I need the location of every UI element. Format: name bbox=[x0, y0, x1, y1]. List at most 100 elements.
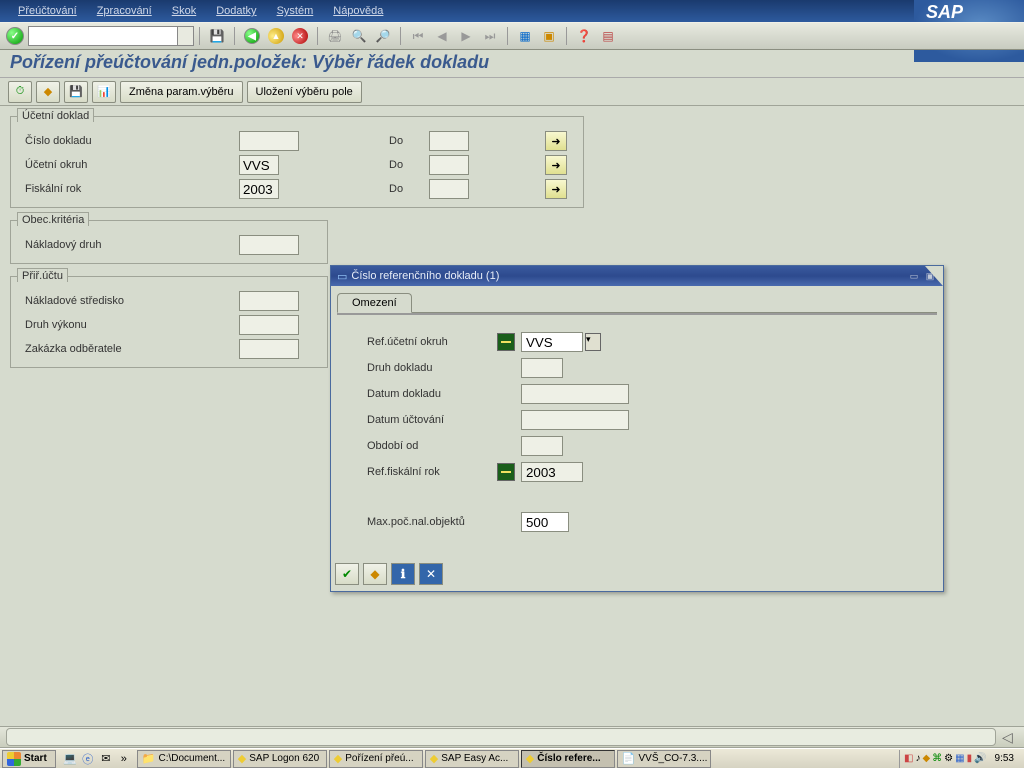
ql-desktop-icon[interactable]: 💻 bbox=[62, 751, 78, 767]
input-ref-rok[interactable] bbox=[521, 462, 583, 482]
find-icon[interactable]: 🔍 bbox=[348, 26, 370, 46]
tray-icon[interactable]: 🔊 bbox=[974, 753, 986, 764]
input-cislo-dokladu[interactable] bbox=[239, 131, 299, 151]
input-nakladovy-druh[interactable] bbox=[239, 235, 299, 255]
task-documents[interactable]: C:\Document... bbox=[137, 750, 231, 768]
label-druh-vykonu: Druh výkonu bbox=[19, 319, 239, 331]
menu-napoveda[interactable]: Nápověda bbox=[323, 3, 393, 19]
input-datum-dokladu[interactable] bbox=[521, 384, 629, 404]
windows-flag-icon bbox=[7, 752, 21, 766]
selection-option-icon[interactable] bbox=[497, 463, 515, 481]
clock[interactable]: 9:53 bbox=[989, 753, 1020, 764]
ql-chevron-icon[interactable]: » bbox=[116, 751, 132, 767]
tray-icon[interactable]: ⚙ bbox=[944, 753, 953, 764]
dialog-titlebar[interactable]: ▭ Číslo referenčního dokladu (1) ▭ ▣ bbox=[331, 266, 943, 286]
label-do: Do bbox=[389, 159, 429, 171]
help-icon[interactable]: ❓ bbox=[573, 26, 595, 46]
task-sap-logon[interactable]: SAP Logon 620 bbox=[233, 750, 327, 768]
tray-icon[interactable]: ◆ bbox=[922, 753, 930, 764]
save-icon[interactable]: 💾 bbox=[206, 26, 228, 46]
input-ucetni-okruh-to[interactable] bbox=[429, 155, 469, 175]
prev-page-icon[interactable]: ◀ bbox=[431, 26, 453, 46]
label-datum-uctovani: Datum účtování bbox=[367, 414, 497, 426]
menu-zpracovani[interactable]: Zpracování bbox=[87, 3, 162, 19]
input-fiskalni-rok-to[interactable] bbox=[429, 179, 469, 199]
first-page-icon[interactable]: ⏮ bbox=[407, 26, 429, 46]
dynamic-sel-icon[interactable]: 📊 bbox=[92, 81, 116, 103]
save-field-sel-button[interactable]: Uložení výběru pole bbox=[247, 81, 362, 103]
sap-icon bbox=[334, 752, 342, 765]
selection-option-icon[interactable] bbox=[497, 333, 515, 351]
shortcut-icon[interactable]: ▣ bbox=[538, 26, 560, 46]
ql-oe-icon[interactable]: ✉ bbox=[98, 751, 114, 767]
tray-icon[interactable]: ⌘ bbox=[932, 753, 942, 764]
input-druh-dokladu[interactable] bbox=[521, 358, 563, 378]
print-icon[interactable]: 🖨 bbox=[324, 26, 346, 46]
variant-icon[interactable]: ◆ bbox=[36, 81, 60, 103]
save-variant-icon[interactable]: 💾 bbox=[64, 81, 88, 103]
layout-icon[interactable]: ▤ bbox=[597, 26, 619, 46]
label-obdobi: Období od bbox=[367, 440, 497, 452]
label-ref-okruh: Ref.účetní okruh bbox=[367, 336, 497, 348]
find-next-icon[interactable]: 🔎 bbox=[372, 26, 394, 46]
input-obdobi[interactable] bbox=[521, 436, 563, 456]
change-params-button[interactable]: Změna param.výběru bbox=[120, 81, 243, 103]
close-button[interactable]: ✕ bbox=[419, 563, 443, 585]
input-datum-uctovani[interactable] bbox=[521, 410, 629, 430]
label-druh-dokladu: Druh dokladu bbox=[367, 362, 497, 374]
new-search-button[interactable]: ◆ bbox=[363, 563, 387, 585]
input-druh-vykonu[interactable] bbox=[239, 315, 299, 335]
label-nakl-stredisko: Nákladové středisko bbox=[19, 295, 239, 307]
multiple-sel-icon[interactable]: ➜ bbox=[545, 179, 567, 199]
input-max-objektu[interactable] bbox=[521, 512, 569, 532]
multiple-sel-icon[interactable]: ➜ bbox=[545, 131, 567, 151]
start-button[interactable]: Start bbox=[2, 750, 56, 768]
cancel-icon[interactable]: ✕ bbox=[289, 26, 311, 46]
menu-system[interactable]: Systém bbox=[267, 3, 324, 19]
menu-preuctovani[interactable]: Přeúčtování bbox=[8, 3, 87, 19]
tray-icon[interactable]: ▦ bbox=[955, 753, 964, 764]
input-nakl-stredisko[interactable] bbox=[239, 291, 299, 311]
input-cislo-dokladu-to[interactable] bbox=[429, 131, 469, 151]
tray-icon[interactable]: ♪ bbox=[915, 753, 920, 764]
task-vvs-co[interactable]: VVŠ_CO-7.3.... bbox=[617, 750, 711, 768]
back-icon[interactable]: ◀ bbox=[241, 26, 263, 46]
folder-icon bbox=[142, 752, 156, 765]
status-expand-icon[interactable]: ◁ bbox=[1002, 729, 1018, 745]
dialog-min-icon[interactable]: ▭ bbox=[907, 271, 921, 282]
quick-launch: 💻 ⓔ ✉ » bbox=[62, 751, 132, 767]
exit-icon[interactable]: ▲ bbox=[265, 26, 287, 46]
task-porizeni[interactable]: Pořízení přeú... bbox=[329, 750, 423, 768]
execute-icon[interactable]: ⏱ bbox=[8, 81, 32, 103]
command-dropdown[interactable] bbox=[178, 26, 194, 46]
new-session-icon[interactable]: ▦ bbox=[514, 26, 536, 46]
ql-ie-icon[interactable]: ⓔ bbox=[80, 751, 96, 767]
input-fiskalni-rok[interactable] bbox=[239, 179, 279, 199]
label-fiskalni-rok: Fiskální rok bbox=[19, 183, 239, 195]
last-page-icon[interactable]: ⏭ bbox=[479, 26, 501, 46]
tray-icon[interactable]: ◧ bbox=[904, 753, 913, 764]
enter-button[interactable]: ✓ bbox=[6, 27, 24, 45]
sap-icon bbox=[430, 752, 438, 765]
multiple-sel-icon[interactable]: ➜ bbox=[545, 155, 567, 175]
input-zakazka[interactable] bbox=[239, 339, 299, 359]
label-ucetni-okruh: Účetní okruh bbox=[19, 159, 239, 171]
group-prir-uctu: Přiř.účtu Nákladové středisko Druh výkon… bbox=[10, 276, 328, 368]
task-sap-easy[interactable]: SAP Easy Ac... bbox=[425, 750, 519, 768]
command-field[interactable] bbox=[28, 26, 178, 46]
input-ref-okruh[interactable] bbox=[521, 332, 583, 352]
standard-toolbar: ✓ 💾 ◀ ▲ ✕ 🖨 🔍 🔎 ⏮ ◀ ▶ ⏭ ▦ ▣ ❓ ▤ bbox=[0, 22, 1024, 50]
menu-dodatky[interactable]: Dodatky bbox=[206, 3, 266, 19]
sap-icon bbox=[526, 752, 534, 765]
menu-skok[interactable]: Skok bbox=[162, 3, 206, 19]
tab-strip: Omezení bbox=[337, 292, 937, 313]
status-message bbox=[6, 728, 996, 746]
info-button[interactable]: ℹ bbox=[391, 563, 415, 585]
next-page-icon[interactable]: ▶ bbox=[455, 26, 477, 46]
f4-help-icon[interactable]: ▾ bbox=[585, 333, 601, 351]
tab-omezeni[interactable]: Omezení bbox=[337, 293, 412, 313]
input-ucetni-okruh[interactable] bbox=[239, 155, 279, 175]
tray-icon[interactable]: ▮ bbox=[967, 753, 973, 764]
task-cislo-refere[interactable]: Číslo refere... bbox=[521, 750, 615, 768]
continue-button[interactable]: ✔ bbox=[335, 563, 359, 585]
